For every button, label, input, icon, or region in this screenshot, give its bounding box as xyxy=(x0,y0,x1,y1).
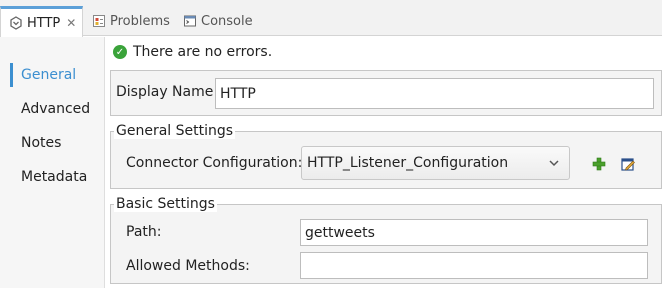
nav-item-metadata[interactable]: Metadata xyxy=(10,165,87,189)
nav-item-label: General xyxy=(21,67,77,83)
tab-console[interactable]: Console xyxy=(183,6,253,36)
add-plus-icon[interactable] xyxy=(590,155,608,173)
editor-tab-bar: HTTP ✕ Problems Console xyxy=(0,0,662,37)
tab-problems-label: Problems xyxy=(110,13,170,29)
display-name-label: Display Name: xyxy=(116,84,219,100)
nav-item-notes[interactable]: Notes xyxy=(10,131,61,155)
nav-item-label: Metadata xyxy=(21,169,88,185)
edit-icon[interactable] xyxy=(619,155,637,173)
display-name-panel: Display Name: HTTP xyxy=(110,70,662,116)
connector-configuration-value: HTTP_Listener_Configuration xyxy=(307,155,509,171)
path-input[interactable]: gettweets xyxy=(300,219,648,246)
connector-configuration-label: Connector Configuration: xyxy=(126,155,303,171)
nav-item-label: Notes xyxy=(21,135,62,151)
basic-settings-group: Basic Settings Path: gettweets Allowed M… xyxy=(110,196,662,284)
tab-console-label: Console xyxy=(201,13,253,29)
basic-settings-title: Basic Settings xyxy=(114,196,217,212)
tab-http-label: HTTP xyxy=(27,15,61,31)
general-settings-title: General Settings xyxy=(114,123,236,139)
close-icon[interactable]: ✕ xyxy=(66,16,76,30)
allowed-methods-input[interactable] xyxy=(300,252,648,279)
status-text: There are no errors. xyxy=(133,44,273,60)
properties-side-nav: General Advanced Notes Metadata xyxy=(0,37,105,288)
path-label: Path: xyxy=(126,224,162,240)
console-icon xyxy=(183,14,197,28)
allowed-methods-label: Allowed Methods: xyxy=(126,258,250,274)
tab-problems[interactable]: Problems xyxy=(92,6,170,36)
validation-status: ✓ There are no errors. xyxy=(113,42,272,62)
connector-configuration-select[interactable]: HTTP_Listener_Configuration xyxy=(301,146,570,180)
problems-icon xyxy=(92,14,106,28)
http-connector-icon xyxy=(9,16,23,30)
chevron-down-icon xyxy=(547,156,561,170)
nav-item-label: Advanced xyxy=(21,101,91,117)
success-check-icon: ✓ xyxy=(113,45,127,59)
general-settings-group: General Settings Connector Configuration… xyxy=(110,123,662,189)
nav-item-advanced[interactable]: Advanced xyxy=(10,97,90,121)
tab-http[interactable]: HTTP ✕ xyxy=(0,6,84,37)
display-name-input[interactable]: HTTP xyxy=(215,78,654,109)
nav-item-general[interactable]: General xyxy=(10,63,76,87)
